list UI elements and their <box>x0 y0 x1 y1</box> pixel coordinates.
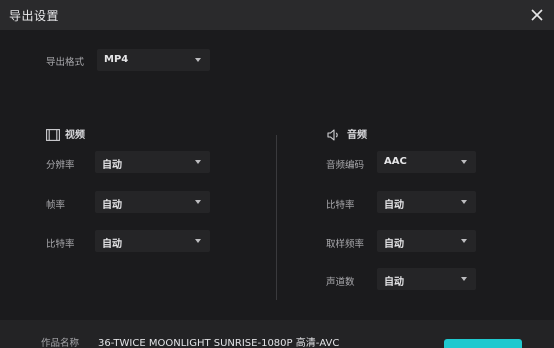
resolution-select[interactable]: 自动 <box>95 151 210 173</box>
close-icon[interactable] <box>527 5 547 25</box>
format-value: MP4 <box>104 54 129 65</box>
video-bitrate-label: 比特率 <box>46 239 75 250</box>
title-bar: 导出设置 <box>0 0 554 30</box>
film-icon <box>46 126 60 141</box>
dialog-title: 导出设置 <box>9 9 60 23</box>
chevron-down-icon <box>195 160 201 164</box>
framerate-value: 自动 <box>102 200 122 211</box>
video-heading: 视频 <box>65 130 85 141</box>
video-bitrate-select[interactable]: 自动 <box>95 230 210 252</box>
samplerate-value: 自动 <box>384 239 404 250</box>
channels-select[interactable]: 自动 <box>377 268 476 290</box>
framerate-label: 帧率 <box>46 200 66 211</box>
framerate-select[interactable]: 自动 <box>95 191 210 213</box>
speaker-icon <box>327 126 341 141</box>
audio-bitrate-value: 自动 <box>384 200 404 211</box>
codec-select[interactable]: AAC <box>377 151 476 173</box>
format-label: 导出格式 <box>46 57 85 68</box>
channels-label: 声道数 <box>326 277 355 288</box>
audio-heading: 音频 <box>347 130 367 141</box>
audio-bitrate-select[interactable]: 自动 <box>377 191 476 213</box>
chevron-down-icon <box>461 160 467 164</box>
channels-value: 自动 <box>384 277 404 288</box>
chevron-down-icon <box>195 200 201 204</box>
project-name-value[interactable]: 36-TWICE MOONLIGHT SUNRISE-1080P 高清-AVC <box>98 334 339 348</box>
codec-label: 音频编码 <box>326 160 365 171</box>
chevron-down-icon <box>461 200 467 204</box>
codec-value: AAC <box>384 156 407 167</box>
chevron-down-icon <box>461 277 467 281</box>
audio-bitrate-label: 比特率 <box>326 200 355 211</box>
section-divider <box>276 135 277 300</box>
project-name-label: 作品名称 <box>41 338 80 348</box>
resolution-label: 分辨率 <box>46 160 75 171</box>
format-select[interactable]: MP4 <box>97 49 210 71</box>
chevron-down-icon <box>195 239 201 243</box>
chevron-down-icon <box>461 239 467 243</box>
video-bitrate-value: 自动 <box>102 239 122 250</box>
chevron-down-icon <box>195 58 201 62</box>
resolution-value: 自动 <box>102 160 122 171</box>
samplerate-label: 取样频率 <box>326 239 365 250</box>
export-button[interactable] <box>444 339 522 348</box>
samplerate-select[interactable]: 自动 <box>377 230 476 252</box>
